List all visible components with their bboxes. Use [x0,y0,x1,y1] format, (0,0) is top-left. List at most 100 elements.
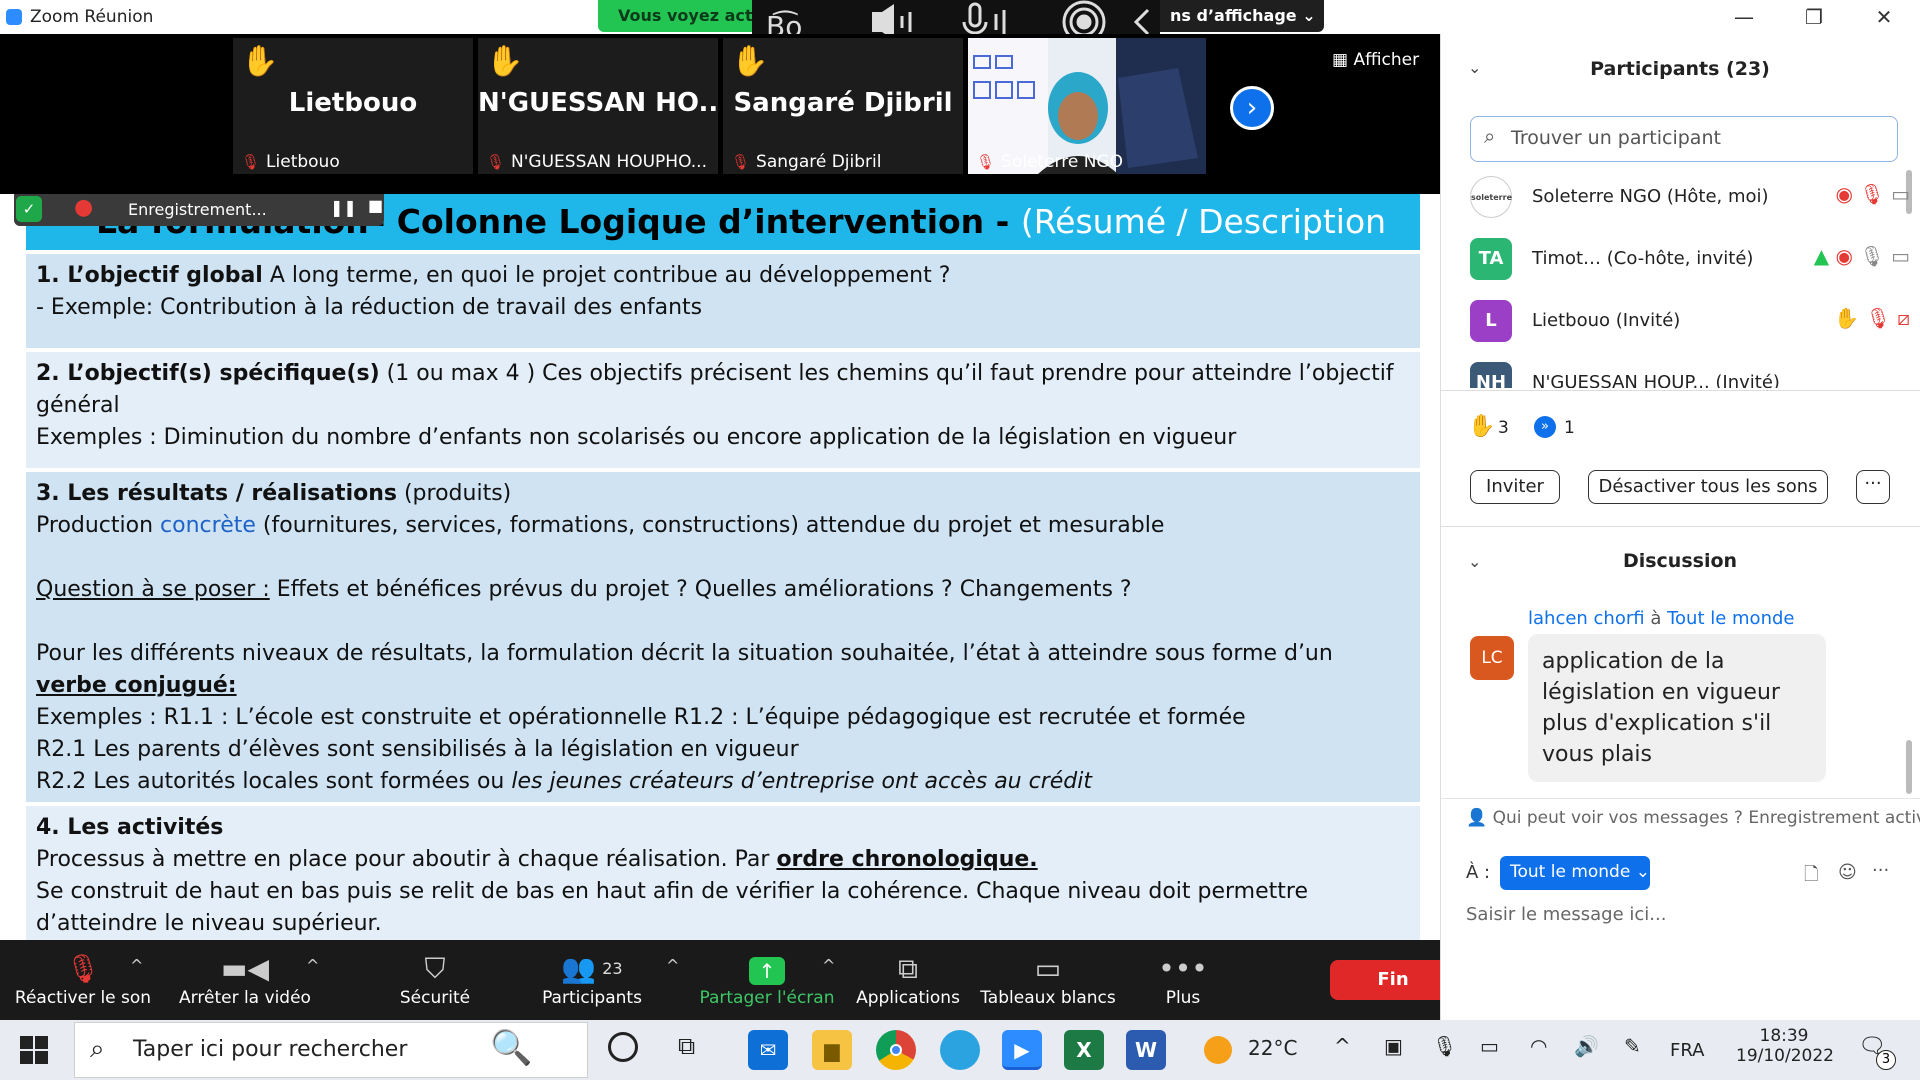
zoom-app-icon [6,9,22,25]
whiteboards-button[interactable]: ▭ Tableaux blancs [980,950,1116,1020]
end-meeting-button[interactable]: Fin [1330,960,1456,1000]
participants-icon: 👥 23 [561,952,623,985]
section-highlight: concrète [160,513,256,538]
apps-button[interactable]: ⧉ Applications [852,950,964,1020]
participants-count: 23 [602,959,623,978]
pause-recording-icon[interactable]: ❚❚ [330,198,357,217]
chat-recipient-dropdown[interactable]: Tout le monde ⌄ [1500,856,1650,890]
participant-row[interactable]: NH N'GUESSAN HOUP... (Invité) [1470,354,1910,388]
raised-hand-icon: ✋ [731,44,769,79]
raised-hand-icon: ✋ [486,44,524,79]
raised-hand-icon: ✋ [1468,414,1496,439]
view-button[interactable]: ▦ Afficher [1322,44,1426,78]
weather-temperature[interactable]: 22°C [1248,1036,1297,1060]
participants-button[interactable]: 👥 23 Participants [530,950,654,1020]
pen-icon[interactable]: ✎ [1624,1034,1641,1058]
windows-start-icon[interactable] [20,1036,48,1064]
emoji-icon[interactable]: ☺ [1838,862,1857,883]
question-text: Effets et bénéfices prévus du projet ? Q… [269,577,1132,602]
word-icon[interactable]: W [1126,1030,1166,1070]
tray-overflow-icon[interactable]: ^ [1334,1034,1351,1058]
video-camera-icon: ▬◀ [221,952,269,985]
volume-icon[interactable]: 🔊 [1574,1034,1599,1058]
chat-to-label: À : [1466,862,1491,883]
invite-button[interactable]: Inviter [1470,470,1560,504]
viewing-banner[interactable]: Vous voyez actu [598,0,758,32]
participant-tile-sangare[interactable]: ✋ Sangaré Djibril 🎙 Sangaré Djibril [723,38,963,174]
participant-search-input[interactable]: Trouver un participant [1470,116,1898,162]
more-options-button[interactable]: ··· [1856,470,1890,504]
language-indicator[interactable]: FRA [1670,1040,1704,1061]
section-text: (fournitures, services, formations, cons… [255,513,1165,538]
whiteboard-icon: ▭ [1034,952,1062,985]
tile-display-name: Sangaré Djibril [733,88,953,118]
wifi-icon[interactable]: ◠ [1530,1034,1547,1058]
chat-scrollbar[interactable] [1906,740,1912,794]
share-caret-icon[interactable]: ^ [822,956,835,975]
security-label: Sécurité [399,988,471,1008]
minimize-icon[interactable]: — [1724,4,1764,30]
clock[interactable]: 18:39 19/10/2022 [1736,1026,1834,1066]
participant-name: Lietbouo (Invité) [1532,310,1681,331]
restore-icon[interactable]: ❐ [1794,4,1834,30]
chat-to-word: à [1644,608,1668,629]
more-button[interactable]: ••• Plus [1148,950,1218,1020]
section-heading: 3. Les résultats / réalisations [36,481,397,506]
chat-message-input[interactable]: Saisir le message ici... [1466,904,1906,1004]
share-screen-button[interactable]: ↑ Partager l'écran [694,950,840,1020]
stop-recording-icon[interactable]: ■ [368,196,383,215]
muted-mic-icon: 🎙 [241,153,261,171]
stop-video-button[interactable]: ▬◀ Arrêter la vidéo [170,950,320,1020]
participants-caret-icon[interactable]: ^ [666,956,679,975]
section-heading: 2. L’objectif(s) spécifique(s) [36,361,380,386]
participant-avatar: NH [1470,362,1512,388]
cortana-icon[interactable] [608,1032,638,1062]
privacy-user-icon: 👤 [1466,808,1493,828]
view-options-button[interactable]: ns d’affichage ⌄ [1160,0,1324,32]
close-icon[interactable]: ✕ [1864,4,1904,30]
chat-sender[interactable]: lahcen chorfi [1528,608,1645,629]
stop-video-label: Arrêter la vidéo [179,988,311,1008]
edge-icon[interactable] [940,1030,980,1070]
camera-icon: ▭ [1891,182,1910,206]
audio-options-caret-icon[interactable]: ^ [130,956,143,975]
participant-tile-lietbouo[interactable]: ✋ Lietbouo 🎙 Lietbouo [233,38,473,174]
chat-privacy-notice[interactable]: 👤 Qui peut voir vos messages ? Enregistr… [1466,808,1920,828]
tile-display-name: Lietbouo [288,88,418,118]
file-icon[interactable]: 🗋 [1804,862,1818,892]
security-button[interactable]: ⛉ Sécurité [380,950,490,1020]
video-options-caret-icon[interactable]: ^ [306,956,319,975]
participants-panel-title: Participants (23) [1590,58,1770,80]
participant-row[interactable]: soleterre Soleterre NGO (Hôte, moi) ◉ 🎙 … [1470,168,1910,228]
participant-row[interactable]: L Lietbouo (Invité) ✋ 🎙 ⧄ [1470,292,1910,352]
go-faster-icon: » [1534,416,1556,438]
slide-title-alt: (Résumé / Description [1020,202,1387,241]
file-explorer-icon[interactable]: ▆ [812,1030,852,1070]
participant-tile-soleterre[interactable]: 🎙 Soleterre NGO [968,38,1206,174]
participant-row[interactable]: TA Timot… (Co-hôte, invité) ▲ ◉ 🎙 ▭ [1470,230,1910,290]
mute-all-button[interactable]: Désactiver tous les sons [1588,470,1828,504]
task-view-icon[interactable]: ⧉ [678,1032,695,1060]
participant-status-icons: ✋ 🎙 ⧄ [1834,306,1910,330]
participant-name: Soleterre NGO (Hôte, moi) [1532,186,1769,207]
section-resultats: 3. Les résultats / réalisations (produit… [26,472,1420,802]
section-example: Exemples : Diminution du nombre d’enfant… [36,425,1237,450]
divider [1440,526,1920,527]
raised-hand-icon: ✋ [241,44,279,79]
unmute-label: Réactiver le son [14,988,152,1008]
excel-icon[interactable]: X [1064,1030,1104,1070]
participant-tile-nguessan[interactable]: ✋ N'GUESSAN HO... 🎙 N'GUESSAN HOUPHO... [478,38,718,174]
divider [1440,390,1920,391]
meet-now-icon[interactable]: ▣ [1384,1034,1403,1058]
zoom-taskbar-icon[interactable]: ▶ [1002,1030,1042,1070]
gallery-next-button[interactable]: › [1230,86,1274,130]
raised-hands-count: 3 [1498,418,1509,438]
whiteboards-label: Tableaux blancs [980,988,1116,1008]
chat-more-icon[interactable]: ··· [1872,860,1889,881]
mail-app-icon[interactable]: ✉ [748,1030,788,1070]
section-text: (produits) [396,481,512,506]
section-text: Pour les différents niveaux de résultats… [36,641,1333,666]
battery-icon[interactable]: ▭ [1480,1034,1499,1058]
microphone-tray-icon[interactable]: 🎙 [1432,1034,1457,1058]
video-gallery-strip [0,34,1440,194]
